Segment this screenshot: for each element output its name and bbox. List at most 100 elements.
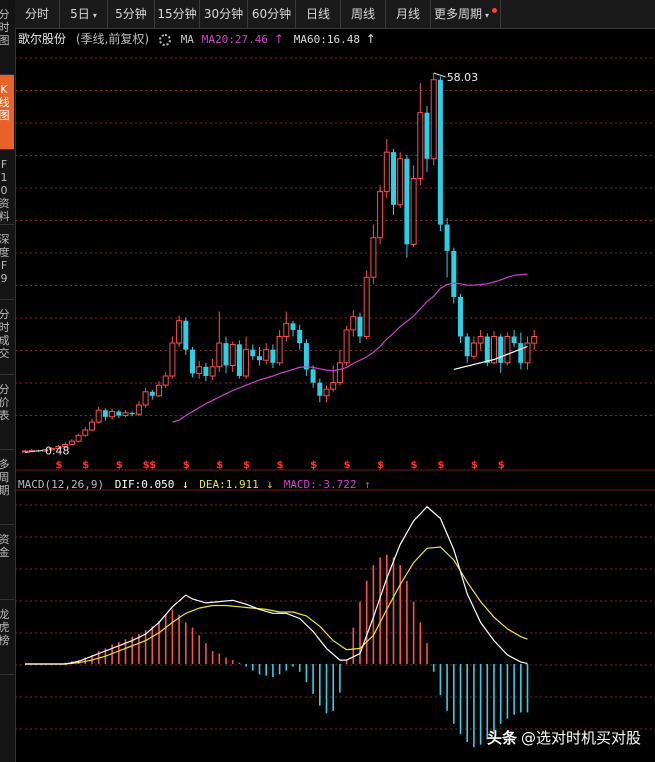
candle-body-down <box>236 344 242 376</box>
candle-body-up <box>410 178 417 245</box>
candle-body-down <box>129 412 135 415</box>
sidebar-tab-label: F10资料 <box>0 158 10 223</box>
candle-body-up <box>370 237 377 278</box>
candle-body-down <box>357 316 363 337</box>
candle-body-up <box>531 336 538 344</box>
candle-body-up <box>209 366 216 377</box>
candle-body-down <box>484 336 490 363</box>
candle-body-down <box>270 349 276 363</box>
candle-body-down <box>391 152 396 205</box>
stock-name: 歌尔股份 <box>18 32 67 46</box>
ma60-up-arrow-icon: ↑ <box>365 32 376 46</box>
candle-body-up <box>243 349 250 377</box>
sidebar-tab-0[interactable]: 分时图 <box>0 0 14 75</box>
watermark-author: @选对时机买对股 <box>520 729 641 747</box>
sidebar-tab-label: 龙虎榜 <box>0 600 14 647</box>
period-tab-8[interactable]: 月线 <box>386 0 431 28</box>
sidebar-tab-7[interactable]: 资金 <box>0 525 14 600</box>
candle-body-up <box>89 421 95 431</box>
sidebar-tab-8[interactable]: 龙虎榜 <box>0 600 14 675</box>
high-label: 58.03 <box>447 71 479 84</box>
candle-body-up <box>350 316 357 331</box>
sidebar-tab-label: 分时成交 <box>0 300 14 360</box>
period-tab-label: 60分钟 <box>251 7 292 21</box>
sidebar-tab-1[interactable]: K线图 <box>0 75 14 150</box>
candle-body-up <box>162 375 169 386</box>
candle-body-up <box>504 336 511 364</box>
candle-body-up <box>397 158 404 206</box>
period-tab-label: 5分钟 <box>115 7 147 21</box>
dividend-marker: $ <box>498 460 505 471</box>
chevron-down-icon: ▾ <box>485 11 490 20</box>
period-toolbar: 分时 5日 ▾ 5分钟 15分钟 30分钟 60分钟 日线 周线 月线 更多周期 ▾ <box>15 0 655 29</box>
candle-body-up <box>477 336 484 344</box>
candle-body-up <box>263 349 270 361</box>
candle-body-up <box>430 79 437 160</box>
period-tab-6[interactable]: 日线 <box>296 0 341 28</box>
sidebar-tab-5[interactable]: 分价表 <box>0 375 14 450</box>
gear-icon[interactable] <box>158 33 171 46</box>
sidebar-tab-4[interactable]: 分时成交 <box>0 300 14 375</box>
period-tab-5[interactable]: 60分钟 <box>248 0 296 28</box>
candle-body-down <box>511 336 517 344</box>
candle-body-down <box>451 250 457 297</box>
period-tab-9[interactable]: 更多周期 ▾ <box>431 0 501 28</box>
dividend-marker: $ <box>183 460 190 471</box>
dif-line <box>25 505 528 665</box>
candle-body-up <box>417 112 424 180</box>
period-tab-2[interactable]: 5分钟 <box>108 0 155 28</box>
sidebar: 分时图 K线图 F10资料深度F9 分时成交分价表多周期资金龙虎榜 <box>0 0 16 762</box>
candle-body-down <box>223 343 229 366</box>
period-tab-7[interactable]: 周线 <box>341 0 386 28</box>
dividend-marker: $ <box>116 460 123 471</box>
candle-body-up <box>383 151 390 193</box>
candle-body-up <box>122 412 129 417</box>
sidebar-tab-6[interactable]: 多周期 <box>0 450 14 525</box>
dividend-marker: $ <box>344 460 351 471</box>
candle-body-down <box>102 410 108 417</box>
watermark-brand: 头条 <box>486 729 517 747</box>
candle-body-up <box>283 322 290 338</box>
candle-body-up <box>330 382 337 390</box>
period-tab-4[interactable]: 30分钟 <box>200 0 248 28</box>
candle-body-up <box>343 329 350 364</box>
candle-body-up <box>169 342 176 377</box>
candle-body-down <box>317 382 323 396</box>
ma60-value: MA60:16.48 <box>293 33 360 46</box>
candle-body-down <box>149 391 155 396</box>
sidebar-tab-label: 分时图 <box>0 0 14 47</box>
period-tab-0[interactable]: 分时 <box>15 0 60 28</box>
candle-body-up <box>68 440 75 445</box>
candle-body-up <box>156 384 162 397</box>
period-tab-label: 15分钟 <box>157 7 197 21</box>
candle-body-down <box>498 336 504 363</box>
period-tab-3[interactable]: 15分钟 <box>155 0 200 28</box>
candle-body-down <box>424 112 430 159</box>
candle-body-down <box>257 356 262 361</box>
dividend-marker: $ <box>310 460 317 471</box>
sidebar-tab-label: 分价表 <box>0 375 14 422</box>
candle-body-up <box>323 388 330 397</box>
candle-body-down <box>458 297 463 337</box>
dividend-marker: $ <box>82 460 89 471</box>
candle-body-down <box>444 224 450 251</box>
dea-line <box>25 546 528 665</box>
candle-body-down <box>116 411 122 416</box>
candle-body-up <box>142 391 149 406</box>
dividend-marker: $ <box>277 460 284 471</box>
sidebar-tab-2[interactable]: F10资料 <box>0 150 14 225</box>
period-tab-label: 分时 <box>24 7 49 21</box>
candle-body-down <box>310 369 316 383</box>
candle-body-down <box>297 329 303 344</box>
candle-body-up <box>377 191 384 239</box>
candle-body-up <box>216 342 223 368</box>
candle-body-up <box>524 342 531 364</box>
kline-chart[interactable]: 58.030.48$ $ $ $ $ $ $ $ $ $ $ $ $ $ $ $ <box>15 50 655 762</box>
quote-info-bar: 歌尔股份 (季线,前复权) MA MA20:27.46 ↑ MA60:16.48… <box>18 29 382 49</box>
dividend-marker: $ <box>411 460 418 471</box>
dividend-marker: $ <box>437 460 444 471</box>
candle-body-up <box>176 320 183 344</box>
candle-body-down <box>250 349 256 357</box>
period-tab-1[interactable]: 5日 ▾ <box>60 0 108 28</box>
sidebar-tab-3[interactable]: 深度F9 <box>0 225 14 300</box>
